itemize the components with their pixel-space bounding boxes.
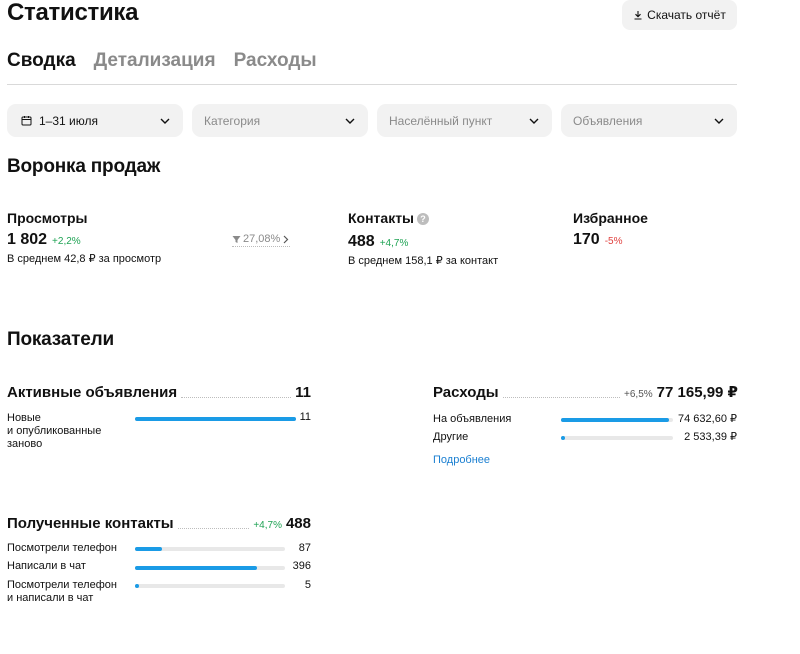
contacts-phone-bar	[135, 547, 285, 551]
expenses-label: Расходы	[433, 384, 499, 401]
chevron-down-icon	[345, 118, 355, 124]
download-report-label: Скачать отчёт	[647, 8, 726, 22]
active-ads-header: Активные объявления 11	[7, 384, 311, 402]
indicators-title: Показатели	[7, 329, 114, 350]
favorites-label: Избранное	[573, 210, 648, 226]
date-range-value: 1–31 июля	[39, 113, 98, 128]
tabs-divider	[7, 84, 737, 85]
tab-expenses[interactable]: Расходы	[234, 50, 317, 72]
views-value: 1 802	[7, 231, 48, 248]
contacts-value: 488	[348, 233, 375, 250]
category-select[interactable]: Категория	[192, 104, 368, 137]
contacts-row-phone-value: 87	[298, 542, 311, 554]
ads-select[interactable]: Объявления	[561, 104, 737, 137]
chevron-down-icon	[529, 118, 539, 124]
tab-details[interactable]: Детализация	[94, 50, 216, 72]
expenses-row-ads-value: 74 632,60 ₽	[678, 413, 737, 425]
tab-summary[interactable]: Сводка	[7, 50, 76, 72]
received-contacts-label: Полученные контакты	[7, 515, 174, 532]
expenses-ads-bar	[561, 418, 673, 422]
contacts-row-both-label: Посмотрели телефон и написали в чат	[7, 579, 117, 604]
funnel-icon	[232, 235, 241, 243]
views-delta: +2,2%	[52, 236, 81, 247]
views-label: Просмотры	[7, 210, 88, 226]
contacts-both-bar-fill	[135, 584, 139, 588]
chevron-down-icon	[714, 118, 724, 124]
conversion-link[interactable]: 27,08%	[232, 233, 291, 247]
page-title: Статистика	[7, 0, 139, 26]
contacts-label: Контакты	[348, 210, 415, 226]
active-ads-label: Активные объявления	[7, 384, 178, 401]
contacts-chat-bar	[135, 566, 285, 570]
calendar-icon	[21, 116, 32, 126]
date-range-select[interactable]: 1–31 июля	[7, 104, 183, 137]
received-contacts-value: 488	[285, 515, 311, 532]
expenses-row-other-label: Другие	[433, 431, 469, 443]
contacts-row-chat-label: Написали в чат	[7, 560, 86, 572]
chevron-right-icon	[283, 235, 289, 243]
help-icon[interactable]: ?	[417, 213, 430, 225]
expenses-delta: +6,5%	[624, 389, 653, 400]
favorites-value: 170	[573, 231, 600, 248]
favorites-value-row: 170 -5%	[573, 231, 623, 251]
contacts-chat-bar-fill	[135, 566, 257, 570]
views-value-row: 1 802 +2,2%	[7, 231, 81, 251]
contacts-row-phone-label: Посмотрели телефон	[7, 542, 117, 554]
funnel-title: Воронка продаж	[7, 156, 161, 177]
expenses-other-bar-fill	[561, 436, 565, 440]
dotted-leader	[502, 397, 621, 398]
contacts-label-row: Контакты?	[348, 210, 430, 226]
contacts-phone-bar-fill	[135, 547, 162, 551]
download-icon	[634, 11, 642, 20]
expenses-value: 77 165,99 ₽	[656, 384, 738, 401]
ads-placeholder: Объявления	[573, 113, 643, 128]
dotted-leader	[177, 528, 250, 529]
views-average: В среднем 42,8 ₽ за просмотр	[7, 253, 162, 265]
download-report-button[interactable]: Скачать отчёт	[622, 0, 737, 30]
contacts-row-chat-value: 396	[292, 560, 311, 572]
dotted-leader	[181, 397, 292, 398]
contacts-value-row: 488 +4,7%	[348, 233, 408, 253]
received-contacts-header: Полученные контакты +4,7% 488	[7, 515, 311, 533]
favorites-delta: -5%	[604, 236, 623, 247]
active-ads-value: 11	[295, 384, 311, 401]
expenses-row-ads-label: На объявления	[433, 413, 512, 425]
active-ads-row-label: Новые и опубликованные заново	[7, 412, 102, 450]
expenses-ads-bar-fill	[561, 418, 670, 422]
contacts-both-bar	[135, 584, 285, 588]
contacts-row-both-value: 5	[304, 579, 311, 591]
expenses-other-bar	[561, 436, 673, 440]
tab-bar: Сводка Детализация Расходы	[7, 50, 317, 72]
conversion-value: 27,08%	[243, 233, 281, 245]
active-ads-row-value: 11	[299, 411, 311, 423]
expenses-more-link[interactable]: Подробнее	[433, 454, 490, 466]
city-select[interactable]: Населённый пункт	[377, 104, 552, 137]
contacts-average: В среднем 158,1 ₽ за контакт	[348, 255, 499, 267]
expenses-row-other-value: 2 533,39 ₽	[684, 431, 737, 443]
category-placeholder: Категория	[204, 113, 261, 128]
chevron-down-icon	[160, 118, 170, 124]
received-contacts-delta: +4,7%	[253, 520, 282, 531]
expenses-header: Расходы +6,5% 77 165,99 ₽	[433, 384, 738, 402]
contacts-delta: +4,7%	[379, 238, 409, 249]
city-placeholder: Населённый пункт	[389, 113, 493, 128]
